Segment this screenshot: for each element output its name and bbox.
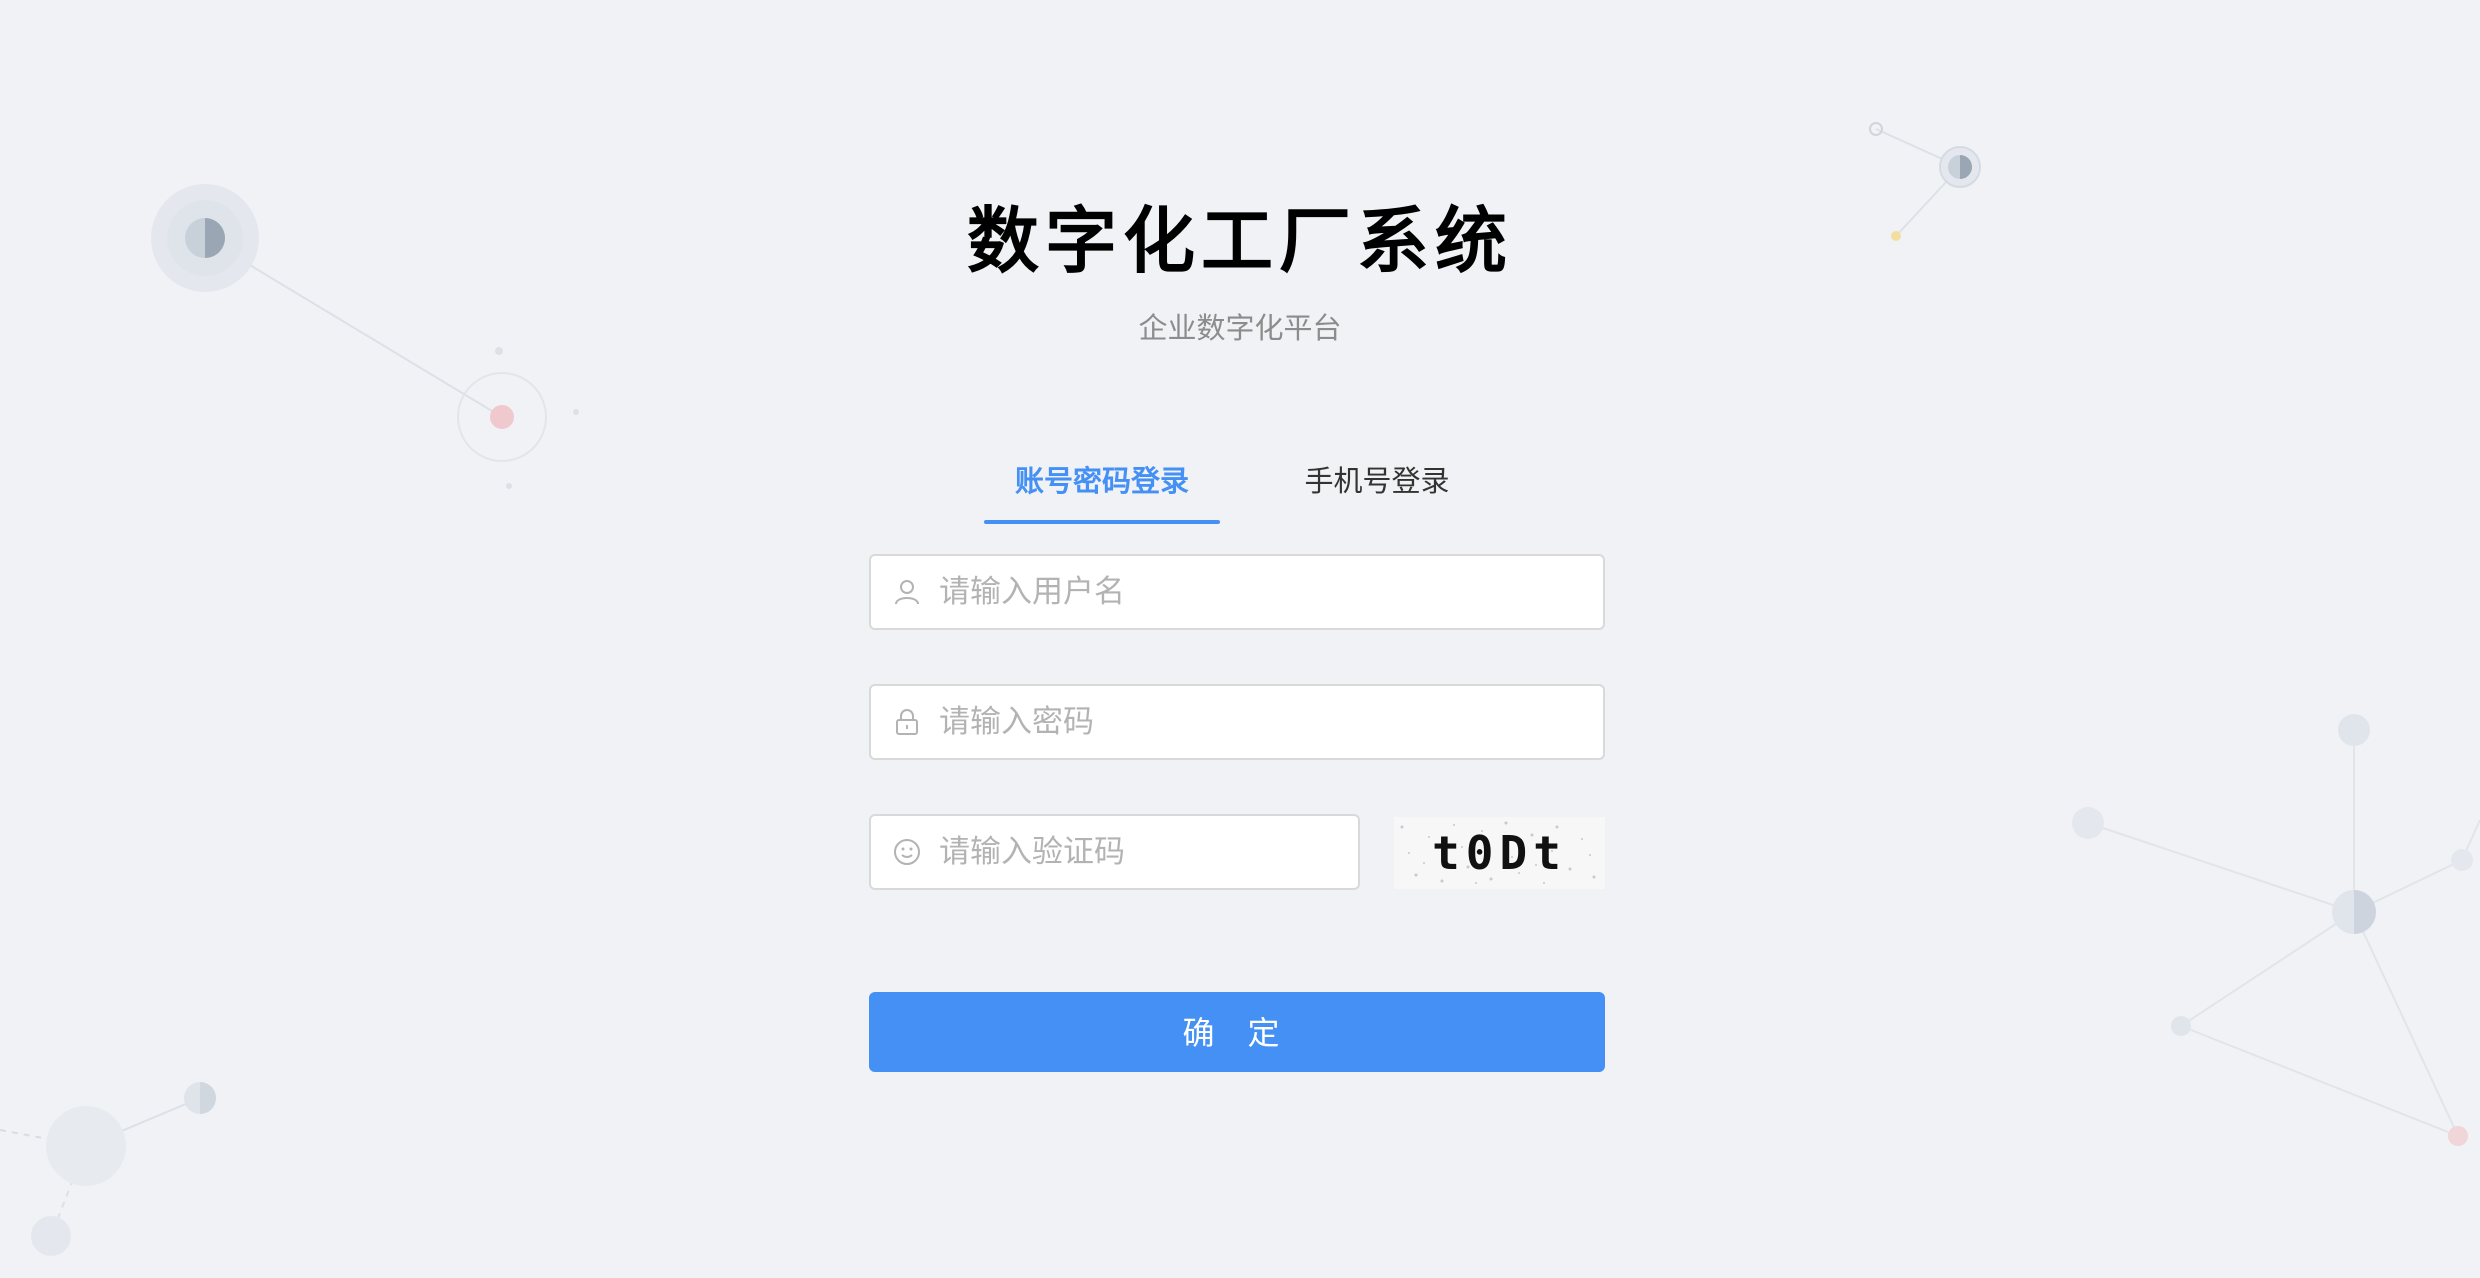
lock-icon [896, 709, 918, 735]
network-graph-bottom-right [2072, 714, 2480, 1146]
user-icon [895, 580, 919, 605]
login-page: 数字化工厂系统 企业数字化平台 账号密码登录 手机号登录 请输入用户名 请输入验… [0, 0, 2480, 1278]
captcha-text: t0Dt [1432, 826, 1567, 880]
username-input[interactable] [937, 561, 1603, 623]
network-graph-bottom-left [0, 1082, 216, 1256]
tab-phone-login[interactable]: 手机号登录 [1284, 452, 1470, 524]
captcha-input[interactable] [937, 821, 1358, 883]
login-tabs: 账号密码登录 手机号登录 [984, 452, 1516, 524]
page-subtitle: 企业数字化平台 [1138, 311, 1342, 345]
submit-button[interactable]: 确 定 [869, 992, 1605, 1072]
captcha-image[interactable]: t0Dt [1394, 817, 1605, 889]
page-title: 数字化工厂系统 [966, 199, 1513, 283]
network-decoration [0, 122, 2480, 1256]
tab-account-password[interactable]: 账号密码登录 [984, 452, 1220, 524]
username-field[interactable] [869, 554, 1605, 630]
password-input[interactable] [937, 691, 1603, 753]
password-field[interactable] [869, 684, 1605, 760]
captcha-field[interactable] [869, 814, 1360, 890]
smile-icon [894, 839, 920, 865]
